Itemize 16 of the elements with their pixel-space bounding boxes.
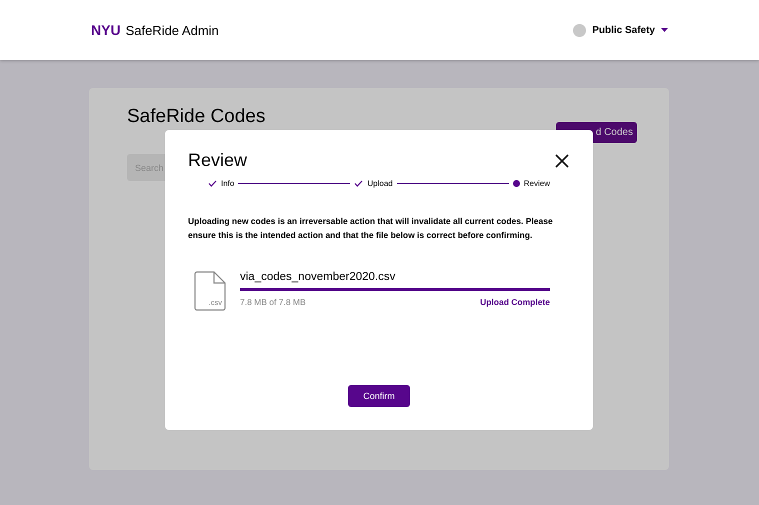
account-menu[interactable]: Public Safety: [573, 24, 668, 36]
brand-logo: NYU: [91, 22, 121, 38]
page-title: SafeRide Codes: [127, 106, 266, 128]
file-size: 7.8 MB of 7.8 MB: [240, 297, 306, 308]
confirm-button[interactable]: Confirm: [348, 385, 410, 407]
step-label: Review: [524, 179, 550, 188]
close-icon[interactable]: [554, 152, 570, 168]
caret-icon: [661, 28, 668, 32]
step-label: Info: [221, 179, 234, 188]
warning-message: Uploading new codes is an irreversable action that will invalidate all current codes. Please ensure this is the intended action and that the file below is correct before confirming.: [188, 215, 554, 242]
app-title: SafeRide Admin: [126, 23, 219, 38]
dialog-title: Review: [188, 150, 248, 171]
upload-status: Upload Complete: [480, 297, 550, 308]
file-name: via_codes_november2020.csv: [240, 271, 396, 284]
avatar-icon: [573, 24, 586, 36]
step-label: Upload: [367, 179, 393, 188]
